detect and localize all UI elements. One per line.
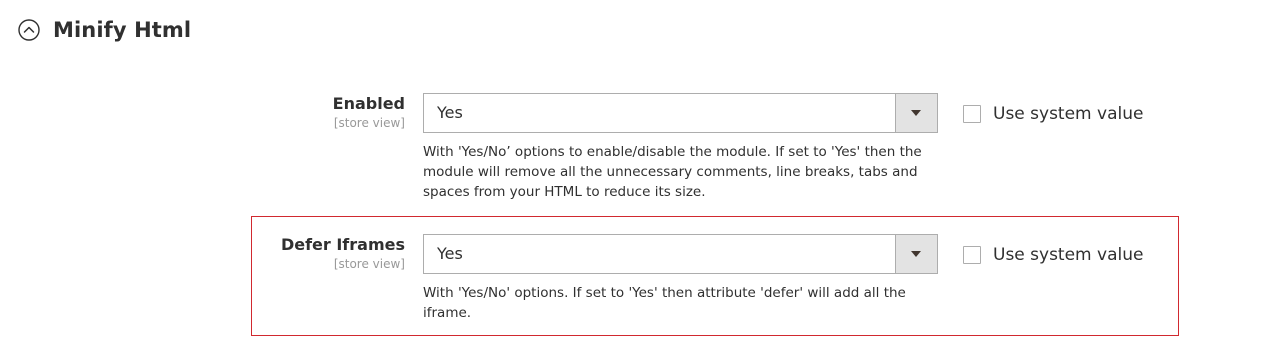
use-system-value-label[interactable]: Use system value xyxy=(993,104,1143,124)
scope-label: [store view] xyxy=(333,116,405,130)
section-header-minify-html[interactable]: Minify Html xyxy=(18,14,191,46)
use-system-value-checkbox[interactable] xyxy=(963,105,981,123)
section-title: Minify Html xyxy=(53,18,192,42)
select-value: Yes xyxy=(437,244,463,263)
field-note-defer-iframes: With 'Yes/No' options. If set to 'Yes' t… xyxy=(423,285,906,321)
enabled-select[interactable]: Yes xyxy=(423,93,938,133)
chevron-up-circle-icon[interactable] xyxy=(18,19,40,41)
use-system-value-enabled[interactable]: Use system value xyxy=(963,103,1143,125)
label-text: Defer Iframes xyxy=(280,235,405,254)
chevron-down-icon[interactable] xyxy=(895,235,937,273)
chevron-down-icon[interactable] xyxy=(895,94,937,132)
select-value: Yes xyxy=(437,103,463,122)
field-note-enabled: With 'Yes/No’ options to enable/disable … xyxy=(423,144,922,200)
use-system-value-defer-iframes[interactable]: Use system value xyxy=(963,244,1143,266)
defer-iframes-select[interactable]: Yes xyxy=(423,234,938,274)
field-label-enabled: Enabled [store view] xyxy=(333,94,405,131)
field-label-defer-iframes: Defer Iframes [store view] xyxy=(281,235,405,272)
scope-label: [store view] xyxy=(333,257,405,271)
use-system-value-checkbox[interactable] xyxy=(963,246,981,264)
use-system-value-label[interactable]: Use system value xyxy=(993,245,1143,265)
label-text: Enabled xyxy=(332,94,405,113)
